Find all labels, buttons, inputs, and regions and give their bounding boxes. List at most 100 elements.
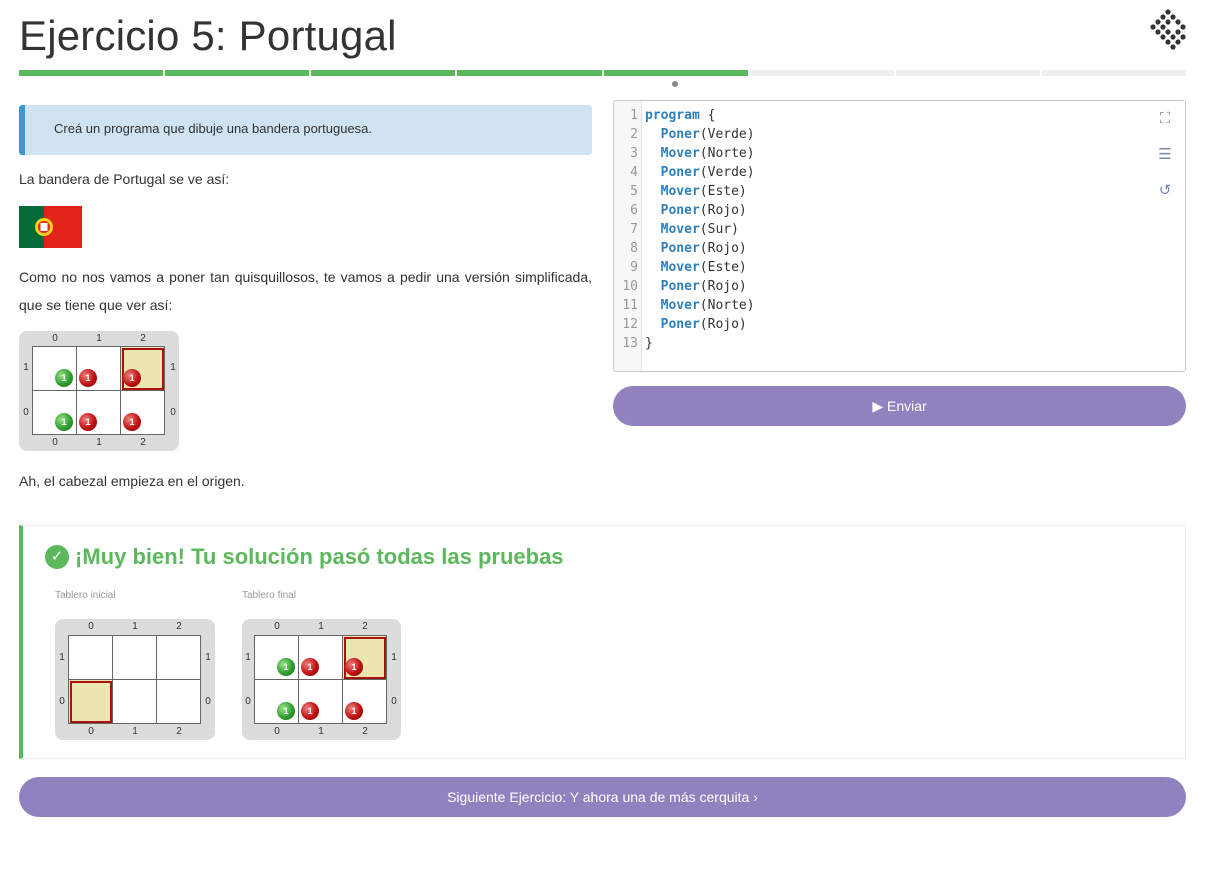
initial-board: 0 1 2 1 0 1 0 0 1 2 bbox=[55, 619, 215, 740]
submit-button[interactable]: ▶ Enviar bbox=[613, 386, 1186, 426]
code-line[interactable]: 10 Poner(Rojo) bbox=[614, 277, 755, 296]
code-area[interactable]: 1 program {2 Poner(Verde) 3 Mover(Norte) 4 … bbox=[614, 106, 755, 353]
indent-icon[interactable]: ☰ bbox=[1156, 146, 1174, 164]
code-keyword: Poner bbox=[645, 127, 700, 142]
reset-icon[interactable]: ↺ bbox=[1156, 182, 1174, 200]
progress-segment[interactable] bbox=[311, 70, 456, 76]
col-label: 2 bbox=[362, 726, 368, 737]
code-editor[interactable]: 1 program {2 Poner(Verde) 3 Mover(Norte) 4 … bbox=[613, 100, 1186, 372]
code-args: (Este) bbox=[699, 260, 747, 275]
code-line[interactable]: 9 Mover(Este) bbox=[614, 258, 755, 277]
board-cell bbox=[298, 679, 343, 724]
code-text[interactable]: Poner(Rojo) bbox=[640, 315, 747, 334]
code-args: (Rojo) bbox=[699, 203, 747, 218]
progress-segment[interactable] bbox=[895, 70, 1040, 76]
code-line[interactable]: 4 Poner(Verde) bbox=[614, 163, 755, 182]
board-cell bbox=[68, 635, 113, 680]
board-cell-head: 1 bbox=[120, 346, 165, 391]
red-ball-icon: 1 bbox=[345, 658, 363, 676]
code-keyword: Mover bbox=[645, 298, 700, 313]
chevron-right-icon: › bbox=[753, 789, 758, 805]
board-cell: 1 1 bbox=[32, 346, 97, 391]
next-exercise-button[interactable]: Siguiente Ejercicio: Y ahora una de más … bbox=[19, 777, 1186, 817]
code-line[interactable]: 2 Poner(Verde) bbox=[614, 125, 755, 144]
code-args: (Sur) bbox=[699, 222, 739, 237]
code-text[interactable]: Mover(Este) bbox=[640, 258, 747, 277]
board-grid bbox=[68, 635, 201, 724]
row-label: 0 bbox=[170, 407, 176, 418]
code-text[interactable]: Mover(Este) bbox=[640, 182, 747, 201]
code-keyword: Poner bbox=[645, 279, 700, 294]
green-ball-icon: 1 bbox=[55, 369, 73, 387]
code-text[interactable]: Mover(Sur) bbox=[640, 220, 739, 239]
code-args: (Verde) bbox=[699, 127, 755, 142]
progress-segment[interactable] bbox=[1041, 70, 1186, 76]
col-label: 0 bbox=[52, 437, 58, 448]
board-cell: 1 1 bbox=[254, 635, 319, 680]
col-label: 1 bbox=[96, 437, 102, 448]
code-text[interactable]: } bbox=[640, 334, 653, 353]
line-number: 11 bbox=[622, 298, 638, 313]
code-line[interactable]: 5 Mover(Este) bbox=[614, 182, 755, 201]
board-cell bbox=[76, 346, 121, 391]
check-circle-icon: ✓ bbox=[45, 545, 69, 569]
board-cell bbox=[76, 390, 121, 435]
row-label: 1 bbox=[205, 652, 211, 663]
code-text[interactable]: program { bbox=[640, 106, 715, 125]
col-label: 2 bbox=[362, 621, 368, 632]
code-line[interactable]: 13} bbox=[614, 334, 755, 353]
board-cell bbox=[112, 635, 157, 680]
gobstones-logo-icon[interactable] bbox=[1148, 8, 1188, 52]
progress-segment-current[interactable] bbox=[603, 70, 748, 76]
progress-segment[interactable] bbox=[19, 70, 164, 76]
code-line[interactable]: 1 program { bbox=[614, 106, 755, 125]
line-number: 7 bbox=[630, 222, 638, 237]
code-text[interactable]: Poner(Verde) bbox=[640, 163, 755, 182]
board-grid: 1 1 1 1 1 1 bbox=[254, 635, 387, 724]
code-text[interactable]: Mover(Norte) bbox=[640, 144, 755, 163]
line-number: 12 bbox=[622, 317, 638, 332]
board-cell bbox=[156, 635, 201, 680]
board-cell-head bbox=[68, 679, 113, 724]
code-line[interactable]: 12 Poner(Rojo) bbox=[614, 315, 755, 334]
code-args: (Rojo) bbox=[699, 317, 747, 332]
col-label: 0 bbox=[274, 726, 280, 737]
code-args: } bbox=[645, 336, 653, 351]
code-text[interactable]: Poner(Rojo) bbox=[640, 239, 747, 258]
progress-segment[interactable] bbox=[749, 70, 894, 76]
code-text[interactable]: Poner(Verde) bbox=[640, 125, 755, 144]
code-keyword: Mover bbox=[645, 184, 700, 199]
board-grid: 1 1 1 1 1 1 bbox=[32, 346, 165, 435]
col-label: 0 bbox=[274, 621, 280, 632]
board-cell: 1 bbox=[342, 679, 387, 724]
code-keyword: program bbox=[645, 108, 700, 123]
col-label: 1 bbox=[96, 333, 102, 344]
code-args: (Este) bbox=[699, 184, 747, 199]
code-args: (Rojo) bbox=[699, 241, 747, 256]
exercise-progress-bar bbox=[19, 70, 1186, 76]
fullscreen-icon[interactable]: ⛶ bbox=[1156, 110, 1174, 128]
progress-segment[interactable] bbox=[165, 70, 310, 76]
progress-segment[interactable] bbox=[457, 70, 602, 76]
board-cell: 1 bbox=[120, 390, 165, 435]
code-line[interactable]: 8 Poner(Rojo) bbox=[614, 239, 755, 258]
green-ball-icon: 1 bbox=[277, 702, 295, 720]
code-line[interactable]: 11 Mover(Norte) bbox=[614, 296, 755, 315]
code-text[interactable]: Poner(Rojo) bbox=[640, 201, 747, 220]
final-board-caption: Tablero final bbox=[242, 590, 296, 601]
current-exercise-marker bbox=[672, 81, 678, 87]
col-label: 2 bbox=[176, 726, 182, 737]
code-line[interactable]: 3 Mover(Norte) bbox=[614, 144, 755, 163]
code-keyword: Poner bbox=[645, 317, 700, 332]
col-label: 2 bbox=[140, 437, 146, 448]
code-args: (Rojo) bbox=[699, 279, 747, 294]
result-title: ✓ ¡Muy bien! Tu solución pasó todas las … bbox=[45, 544, 564, 570]
line-number: 8 bbox=[630, 241, 638, 256]
code-line[interactable]: 6 Poner(Rojo) bbox=[614, 201, 755, 220]
code-line[interactable]: 7 Mover(Sur) bbox=[614, 220, 755, 239]
line-number: 3 bbox=[630, 146, 638, 161]
code-text[interactable]: Mover(Norte) bbox=[640, 296, 755, 315]
line-number: 6 bbox=[630, 203, 638, 218]
code-text[interactable]: Poner(Rojo) bbox=[640, 277, 747, 296]
green-ball-icon: 1 bbox=[55, 413, 73, 431]
